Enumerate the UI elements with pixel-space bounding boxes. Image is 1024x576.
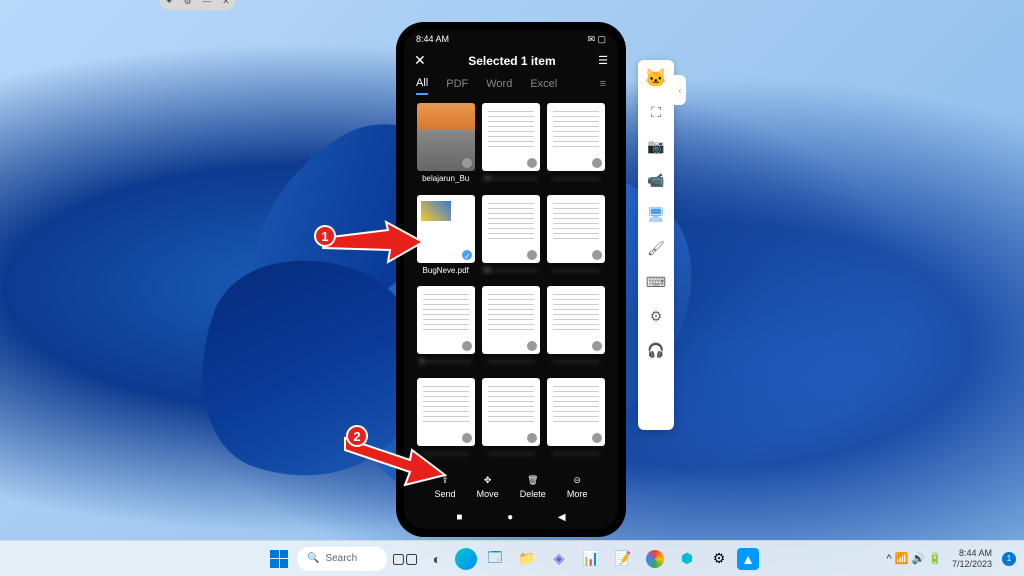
move-button[interactable]: ✥Move (477, 473, 499, 499)
toolbar-collapse-button[interactable]: ‹ (674, 75, 686, 105)
more-icon: ⊝ (570, 473, 584, 487)
gear-icon[interactable]: ⚙ (184, 0, 192, 7)
close-selection-button[interactable]: ✕ (414, 52, 426, 69)
taskbar-app[interactable] (455, 548, 477, 570)
minimize-icon[interactable]: — (202, 0, 211, 6)
file-thumbnail[interactable]: —————— (547, 286, 606, 372)
fullscreen-icon[interactable]: ⛶ (646, 102, 666, 122)
settings-icon[interactable]: ⚙ (646, 306, 666, 326)
taskbar-app[interactable]: ⬢ (673, 545, 701, 573)
camera-icon[interactable]: 📷 (646, 136, 666, 156)
android-nav-bar: ■ ● ◀ (404, 505, 618, 529)
cat-icon[interactable]: 🐱 (646, 68, 666, 88)
tabs-menu-icon[interactable]: ≡ (600, 78, 606, 90)
taskbar-app[interactable]: ⚙ (705, 545, 733, 573)
taskbar-app[interactable] (641, 545, 669, 573)
support-icon[interactable]: 🎧 (646, 340, 666, 360)
taskbar-clock[interactable]: 8:44 AM 7/12/2023 (952, 548, 992, 570)
taskbar-app[interactable]: ▲ (737, 548, 759, 570)
file-thumbnail[interactable]: —————— (481, 378, 540, 464)
cast-icon[interactable]: 🖥 (646, 204, 666, 224)
delete-button[interactable]: 🗑Delete (520, 473, 546, 499)
delete-icon: 🗑 (526, 473, 540, 487)
file-label: —————— (487, 357, 535, 366)
selection-title: Selected 1 item (468, 54, 555, 68)
file-label: —————— (552, 174, 600, 183)
file-label: —————— (552, 266, 600, 275)
taskbar-search[interactable]: 🔍 Search (297, 547, 387, 571)
tab-pdf[interactable]: PDF (446, 74, 468, 94)
notification-badge[interactable]: 1 (1002, 552, 1016, 566)
file-thumbnail[interactable]: S—————— (416, 286, 475, 372)
taskbar-app[interactable]: 🗔 (481, 545, 509, 573)
system-tray: ^ 📶 🔊 🔋 8:44 AM 7/12/2023 1 (887, 548, 1016, 570)
file-label: —————— (552, 449, 600, 458)
selection-header: ✕ Selected 1 item ☰ (404, 48, 618, 73)
file-label: —————— (552, 357, 600, 366)
close-icon[interactable]: ✕ (222, 0, 230, 7)
filter-icon[interactable]: ☰ (598, 54, 608, 67)
file-label: S—————— (419, 357, 472, 366)
status-time: 8:44 AM (416, 34, 449, 44)
file-label: M—————— (484, 266, 539, 275)
mirror-side-toolbar: 🐱 ⛶ 📷 📹 🖥 🖌 ⌨ ⚙ 🎧 (638, 60, 674, 430)
brush-icon[interactable]: 🖌 (646, 238, 666, 258)
status-icons: ✉ ▢ (587, 34, 606, 45)
annotation-badge-2: 2 (346, 425, 368, 447)
taskbar-app[interactable]: 📝 (609, 545, 637, 573)
keyboard-icon[interactable]: ⌨ (646, 272, 666, 292)
tray-icons[interactable]: ^ 📶 🔊 🔋 (887, 552, 942, 565)
pin-icon[interactable]: ✦ (165, 0, 173, 7)
file-type-tabs: All PDF Word Excel ≡ (404, 73, 618, 95)
mirror-window-controls: ✦ ⚙ — ✕ (160, 0, 235, 10)
taskbar-app[interactable]: ◐ (423, 545, 451, 573)
file-thumbnail[interactable]: —————— (481, 286, 540, 372)
file-thumbnail[interactable]: —————— (547, 195, 606, 281)
file-label: —————— (487, 449, 535, 458)
taskbar-app[interactable]: 📊 (577, 545, 605, 573)
file-label: BugNeve.pdf (423, 266, 469, 275)
taskbar-center: 🔍 Search ▢▢ ◐ 🗔 📁 ◈ 📊 📝 ⬢ ⚙ ▲ (265, 545, 759, 573)
annotation-badge-1: 1 (314, 225, 336, 247)
file-thumbnail[interactable]: M—————— (481, 195, 540, 281)
more-button[interactable]: ⊝More (567, 473, 588, 499)
move-icon: ✥ (481, 473, 495, 487)
file-label: belajarun_Bu (422, 174, 469, 183)
start-button[interactable] (265, 545, 293, 573)
nav-home[interactable]: ● (507, 512, 513, 523)
tab-excel[interactable]: Excel (530, 74, 557, 94)
tab-all[interactable]: All (416, 73, 428, 95)
phone-status-bar: 8:44 AM ✉ ▢ (404, 30, 618, 48)
windows-taskbar: 🔍 Search ▢▢ ◐ 🗔 📁 ◈ 📊 📝 ⬢ ⚙ ▲ ^ 📶 🔊 🔋 8:… (0, 540, 1024, 576)
file-thumbnail[interactable]: —————— (547, 378, 606, 464)
file-thumbnail[interactable]: H—————— (481, 103, 540, 189)
tab-word[interactable]: Word (486, 74, 512, 94)
taskbar-app[interactable]: ◈ (545, 545, 573, 573)
taskbar-app[interactable]: 📁 (513, 545, 541, 573)
file-grid: belajarun_Bu H—————— —————— BugNeve.pdf M———… (404, 95, 618, 467)
task-view-button[interactable]: ▢▢ (391, 545, 419, 573)
annotation-arrow-1 (318, 218, 428, 268)
file-thumbnail[interactable]: —————— (547, 103, 606, 189)
nav-back[interactable]: ◀ (558, 512, 566, 523)
file-thumbnail[interactable]: belajarun_Bu (416, 103, 475, 189)
record-icon[interactable]: 📹 (646, 170, 666, 190)
file-label: H—————— (484, 174, 538, 183)
nav-recent[interactable]: ■ (456, 512, 462, 523)
